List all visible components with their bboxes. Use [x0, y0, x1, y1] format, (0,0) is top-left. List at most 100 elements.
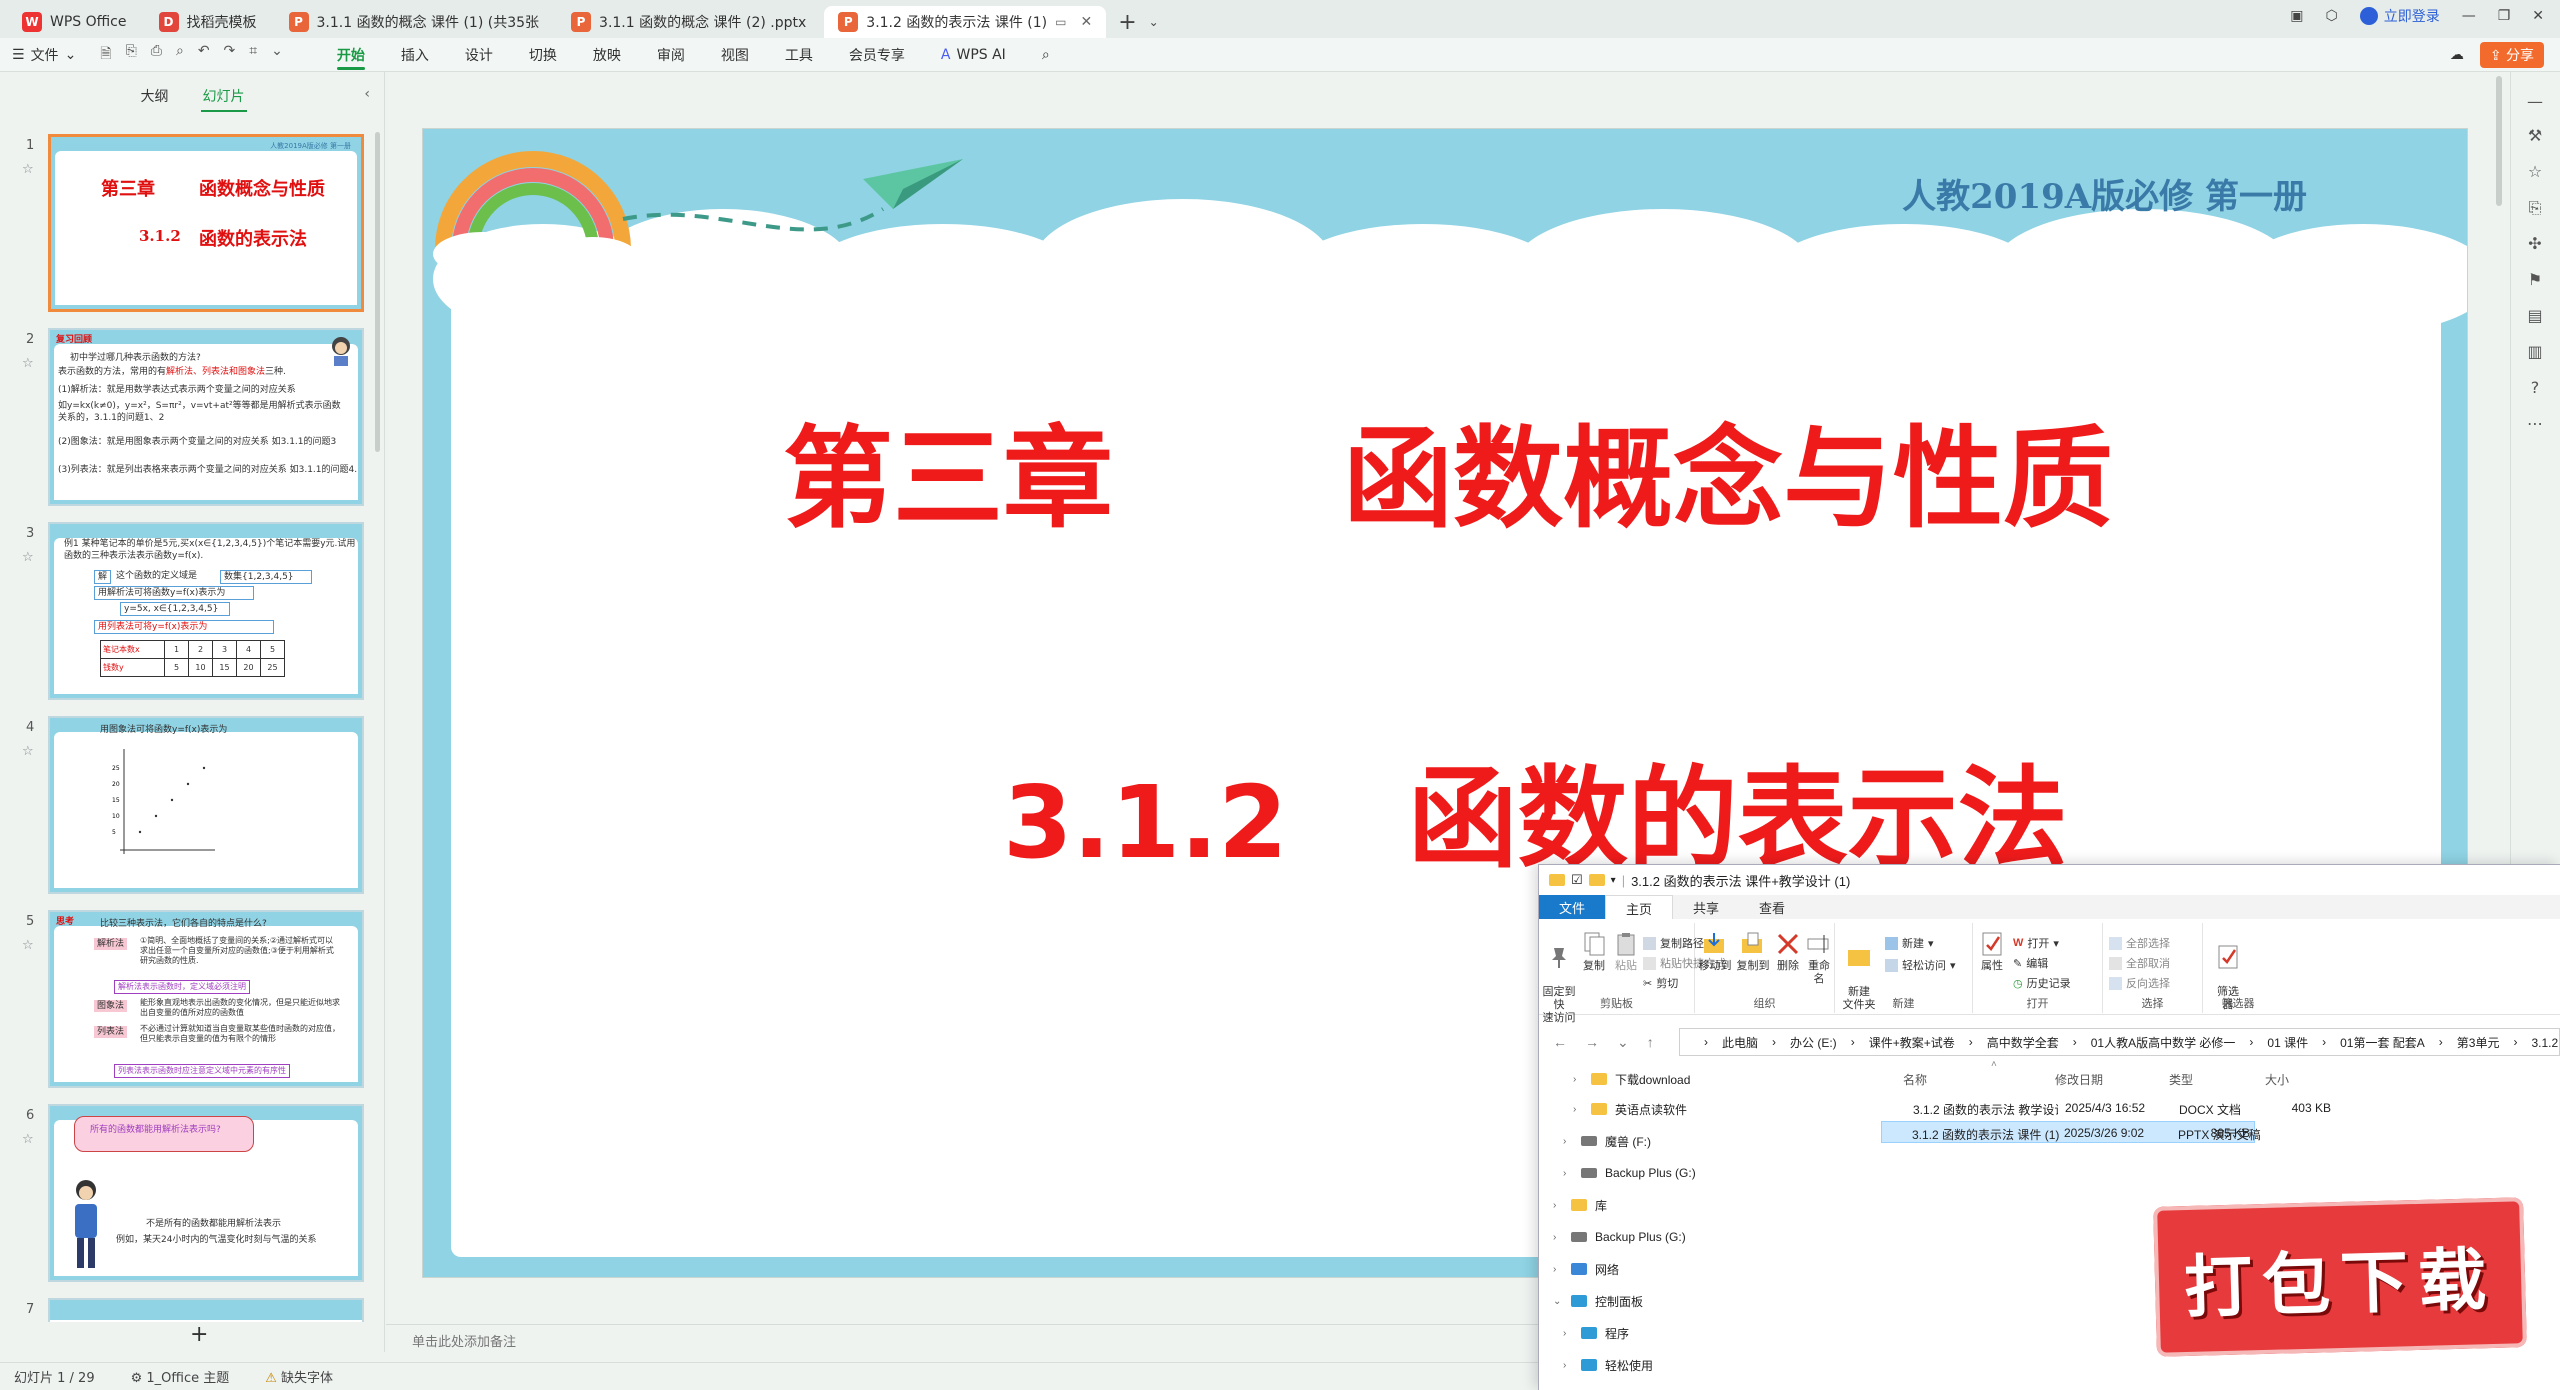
slide-thumbnail-7[interactable]: [48, 1298, 364, 1322]
path-segment[interactable]: 办公 (E:): [1790, 1034, 1837, 1051]
menu-member[interactable]: 会员专享: [849, 38, 905, 72]
login-button[interactable]: 立即登录: [2359, 6, 2440, 26]
path-segment[interactable]: 课件+教案+试卷: [1869, 1034, 1955, 1051]
tree-item[interactable]: › Backup Plus (G:): [1563, 1163, 1696, 1183]
star-icon[interactable]: ☆: [22, 938, 34, 953]
tab-doc-active[interactable]: P 3.1.2 函数的表示法 课件 (1) ▭ ✕: [824, 6, 1107, 38]
path-segment[interactable]: 高中数学全套: [1987, 1034, 2059, 1051]
chevron-down-icon[interactable]: ▾: [1611, 875, 1616, 886]
redo-icon[interactable]: ↷: [224, 43, 236, 67]
delete-button[interactable]: 删除: [1775, 931, 1801, 973]
select-none-button[interactable]: 全部取消: [2109, 955, 2170, 971]
slide-thumbnail-5[interactable]: 思考 比较三种表示法，它们各自的特点是什么? 解析法 ①简明、全面地概括了变量间…: [48, 910, 364, 1088]
rename-button[interactable]: 重命名: [1803, 931, 1835, 986]
more-icon[interactable]: ⋯: [2525, 414, 2545, 434]
download-package-button[interactable]: 打包下载: [2153, 1197, 2527, 1357]
forward-arrow-icon[interactable]: →: [1585, 1034, 1599, 1051]
path-segment[interactable]: 01第一套 配套A: [2340, 1034, 2425, 1051]
column-header-name[interactable]: 名称: [1903, 1071, 1927, 1088]
window-layout-icon[interactable]: ▣: [2290, 8, 2303, 24]
path-segment[interactable]: 第3单元: [2457, 1034, 2500, 1051]
ribbon-tab-share[interactable]: 共享: [1673, 895, 1739, 919]
ribbon-tab-view[interactable]: 查看: [1739, 895, 1805, 919]
undo-icon[interactable]: ↶: [198, 43, 210, 67]
tab-doc-1[interactable]: P 3.1.1 函数的概念 课件 (1) (共35张: [275, 6, 554, 38]
ribbon-tab-file[interactable]: 文件: [1539, 895, 1606, 919]
open-button[interactable]: W 打开 ▾: [2013, 935, 2059, 951]
copy-icon[interactable]: ⎘: [2525, 198, 2545, 218]
format-painter-icon[interactable]: ⌗: [249, 43, 257, 67]
theme-name[interactable]: ⚙ 1_Office 主题: [131, 1367, 230, 1386]
column-header-date[interactable]: 修改日期: [2055, 1071, 2103, 1088]
magic-icon[interactable]: ✣: [2525, 234, 2545, 254]
tree-item[interactable]: ⌄ 控制面板: [1553, 1291, 1643, 1311]
tab-slides[interactable]: 幻灯片: [200, 82, 247, 112]
missing-font-warning[interactable]: ⚠ 缺失字体: [265, 1367, 333, 1386]
new-tab-button[interactable]: +: [1118, 6, 1136, 38]
slide-thumbnail-3[interactable]: 例1 某种笔记本的单价是5元,买x(x∈{1,2,3,4,5})个笔记本需要y元…: [48, 522, 364, 700]
menu-tools[interactable]: 工具: [785, 38, 813, 72]
preview-icon[interactable]: ⌕: [176, 43, 184, 67]
cloud-sync-icon[interactable]: ☁: [2450, 47, 2464, 63]
history-button[interactable]: ◷ 历史记录: [2013, 975, 2071, 991]
image-icon[interactable]: ▤: [2525, 306, 2545, 326]
tab-outline[interactable]: 大纲: [139, 82, 171, 112]
path-segment[interactable]: 3.1.2 函数的表: [2531, 1034, 2559, 1051]
star-icon[interactable]: ☆: [22, 744, 34, 759]
restore-icon[interactable]: ❐: [2498, 8, 2511, 24]
menu-design[interactable]: 设计: [465, 38, 493, 72]
chapter-title[interactable]: 第三章 函数概念与性质: [783, 389, 2113, 549]
textbook-tag[interactable]: 人教2019A版必修 第一册: [1902, 169, 2307, 218]
file-row-selected[interactable]: 3.1.2 函数的表示法 课件 (1) (共28张P... 2025/3/26 …: [1881, 1121, 2261, 1143]
tree-item[interactable]: › 网络: [1553, 1259, 1619, 1279]
chevron-left-icon[interactable]: ‹: [364, 86, 370, 102]
copy-to-button[interactable]: 复制到: [1735, 931, 1771, 973]
chevron-down-icon[interactable]: ⌄: [271, 43, 283, 67]
menu-transition[interactable]: 切换: [529, 38, 557, 72]
pin-icon[interactable]: ▭: [1055, 15, 1066, 29]
menu-slideshow[interactable]: 放映: [593, 38, 621, 72]
menu-review[interactable]: 审阅: [657, 38, 685, 72]
save-icon[interactable]: 🗎: [100, 43, 111, 67]
cut-button[interactable]: ✂ 剪切: [1643, 975, 1678, 991]
editor-scrollbar[interactable]: [2496, 76, 2502, 206]
file-menu-button[interactable]: ☰ 文件 ⌄: [12, 45, 76, 65]
share-button[interactable]: ⇪ 分享: [2479, 42, 2544, 68]
move-to-button[interactable]: 移动到: [1697, 931, 1733, 973]
star-icon[interactable]: ☆: [22, 162, 34, 177]
tree-item[interactable]: › Backup Plus (G:): [1553, 1227, 1686, 1247]
tree-item[interactable]: › 轻松使用: [1563, 1355, 1653, 1375]
cube-icon[interactable]: ⬡: [2325, 8, 2337, 24]
close-icon[interactable]: ✕: [1080, 14, 1092, 30]
ribbon-tab-home[interactable]: 主页: [1605, 895, 1674, 919]
easy-access-button[interactable]: 轻松访问 ▾: [1885, 957, 1956, 973]
add-slide-button[interactable]: +: [190, 1322, 208, 1347]
flag-icon[interactable]: ⚑: [2525, 270, 2545, 290]
book-icon[interactable]: ▥: [2525, 342, 2545, 362]
tab-template[interactable]: D 找稻壳模板: [145, 6, 271, 38]
tab-doc-2[interactable]: P 3.1.1 函数的概念 课件 (2) .pptx: [557, 6, 820, 38]
select-all-button[interactable]: 全部选择: [2109, 935, 2170, 951]
close-window-icon[interactable]: ✕: [2532, 8, 2544, 24]
up-arrow-icon[interactable]: ↑: [1647, 1034, 1654, 1051]
chevron-down-icon[interactable]: ⌄: [1149, 6, 1159, 38]
invert-selection-button[interactable]: 反向选择: [2109, 975, 2170, 991]
properties-button[interactable]: 属性: [1977, 931, 2007, 973]
column-header-size[interactable]: 大小: [2265, 1071, 2289, 1088]
edit-button[interactable]: ✎ 编辑: [2013, 955, 2048, 971]
copy-button[interactable]: 复制: [1579, 931, 1609, 973]
print-icon[interactable]: ⎙: [151, 43, 162, 67]
slide-thumbnail-1[interactable]: 人教2019A版必修 第一册 第三章 函数概念与性质 3.1.2 函数的表示法: [48, 134, 364, 312]
minus-icon[interactable]: —: [2525, 92, 2545, 112]
star-icon[interactable]: ☆: [2525, 162, 2545, 182]
address-path[interactable]: › 此电脑 › 办公 (E:) › 课件+教案+试卷 › 高中数学全套 › 01人教A版…: [1679, 1028, 2560, 1056]
slide-thumbnail-4[interactable]: 用图象法可将函数y=f(x)表示为 25 20 15 10 5: [48, 716, 364, 894]
tools-icon[interactable]: ⚒: [2525, 126, 2545, 146]
checkbox-icon[interactable]: ☑: [1571, 872, 1583, 888]
tree-item[interactable]: › 下载download: [1573, 1069, 1690, 1089]
menu-home[interactable]: 开始: [336, 38, 365, 72]
star-icon[interactable]: ☆: [22, 550, 34, 565]
path-segment[interactable]: 01人教A版高中数学 必修一: [2091, 1034, 2236, 1051]
menu-wps-ai[interactable]: A WPS AI: [941, 38, 1006, 72]
chevron-down-icon[interactable]: ⌄: [1617, 1034, 1629, 1051]
